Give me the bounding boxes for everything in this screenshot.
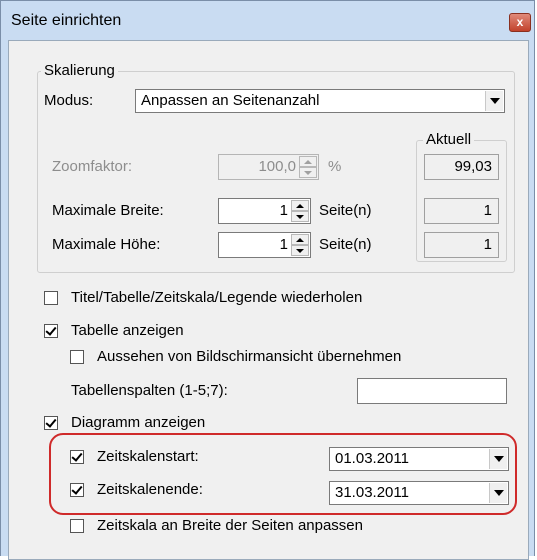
mode-select[interactable]: Anpassen an Seitenanzahl (135, 89, 505, 113)
chevron-down-icon[interactable] (485, 91, 503, 111)
repeat-label: Titel/Tabelle/Zeitskala/Legende wiederho… (71, 289, 363, 306)
max-width-current: 1 (424, 198, 499, 224)
dialog-title: Seite einrichten (11, 12, 122, 29)
max-width-stepper[interactable]: 1 (218, 198, 311, 224)
screen-look-checkbox[interactable] (70, 350, 84, 364)
spin-down-icon[interactable] (291, 245, 309, 256)
spin-up-icon[interactable] (291, 200, 309, 211)
chevron-down-icon[interactable] (489, 483, 507, 503)
zoom-unit: % (328, 158, 342, 175)
show-chart-checkbox[interactable] (44, 416, 58, 430)
max-height-current-value: 1 (483, 236, 492, 253)
spin-up-icon[interactable] (299, 156, 317, 167)
fit-timescale-checkbox[interactable] (70, 519, 84, 533)
timescale-end-value: 31.03.2011 (335, 484, 409, 501)
max-height-stepper[interactable]: 1 (218, 232, 311, 258)
close-button[interactable]: x (509, 13, 531, 32)
show-chart-label: Diagramm anzeigen (71, 414, 206, 431)
fit-timescale-label: Zeitskala an Breite der Seiten anpassen (97, 517, 363, 534)
show-table-label: Tabelle anzeigen (71, 322, 184, 339)
max-width-current-value: 1 (483, 202, 492, 219)
spin-down-icon[interactable] (291, 211, 309, 222)
timescale-end-label: Zeitskalenende: (97, 481, 203, 498)
title-bar[interactable]: Seite einrichten x (1, 1, 536, 39)
zoom-current: 99,03 (424, 154, 499, 180)
spin-down-icon[interactable] (299, 167, 317, 178)
timescale-start-label: Zeitskalenstart: (97, 448, 199, 465)
screen-look-label: Aussehen von Bildschirmansicht übernehme… (97, 348, 402, 365)
max-height-current: 1 (424, 232, 499, 258)
chevron-down-icon[interactable] (489, 449, 507, 469)
timescale-start-value: 01.03.2011 (335, 450, 409, 467)
mode-value: Anpassen an Seitenanzahl (141, 92, 320, 109)
timescale-end-checkbox[interactable] (70, 483, 84, 497)
max-width-value: 1 (279, 202, 288, 219)
max-height-value: 1 (279, 236, 288, 253)
table-columns-label: Tabellenspalten (1-5;7): (71, 382, 228, 399)
spin-up-icon[interactable] (291, 234, 309, 245)
current-legend: Aktuell (423, 131, 475, 148)
max-width-unit: Seite(n) (319, 202, 372, 219)
zoom-value: 100,0 (258, 158, 296, 175)
dialog-body: Skalierung Modus: Anpassen an Seitenanza… (8, 40, 529, 560)
mode-label: Modus: (44, 92, 94, 109)
zoom-current-value: 99,03 (454, 158, 492, 175)
timescale-end-select[interactable]: 31.03.2011 (329, 481, 509, 505)
timescale-start-checkbox[interactable] (70, 450, 84, 464)
page-setup-dialog: Seite einrichten x Skalierung Modus: Anp… (0, 0, 536, 560)
close-icon: x (516, 15, 524, 29)
max-height-unit: Seite(n) (319, 236, 372, 253)
zoom-stepper[interactable]: 100,0 (218, 154, 319, 180)
max-width-label: Maximale Breite: (52, 202, 164, 219)
timescale-start-select[interactable]: 01.03.2011 (329, 447, 509, 471)
scaling-legend: Skalierung (41, 62, 118, 79)
show-table-checkbox[interactable] (44, 324, 58, 338)
repeat-checkbox[interactable] (44, 291, 58, 305)
max-height-label: Maximale Höhe: (52, 236, 161, 253)
zoom-label: Zoomfaktor: (52, 158, 133, 175)
table-columns-input[interactable] (357, 378, 507, 404)
